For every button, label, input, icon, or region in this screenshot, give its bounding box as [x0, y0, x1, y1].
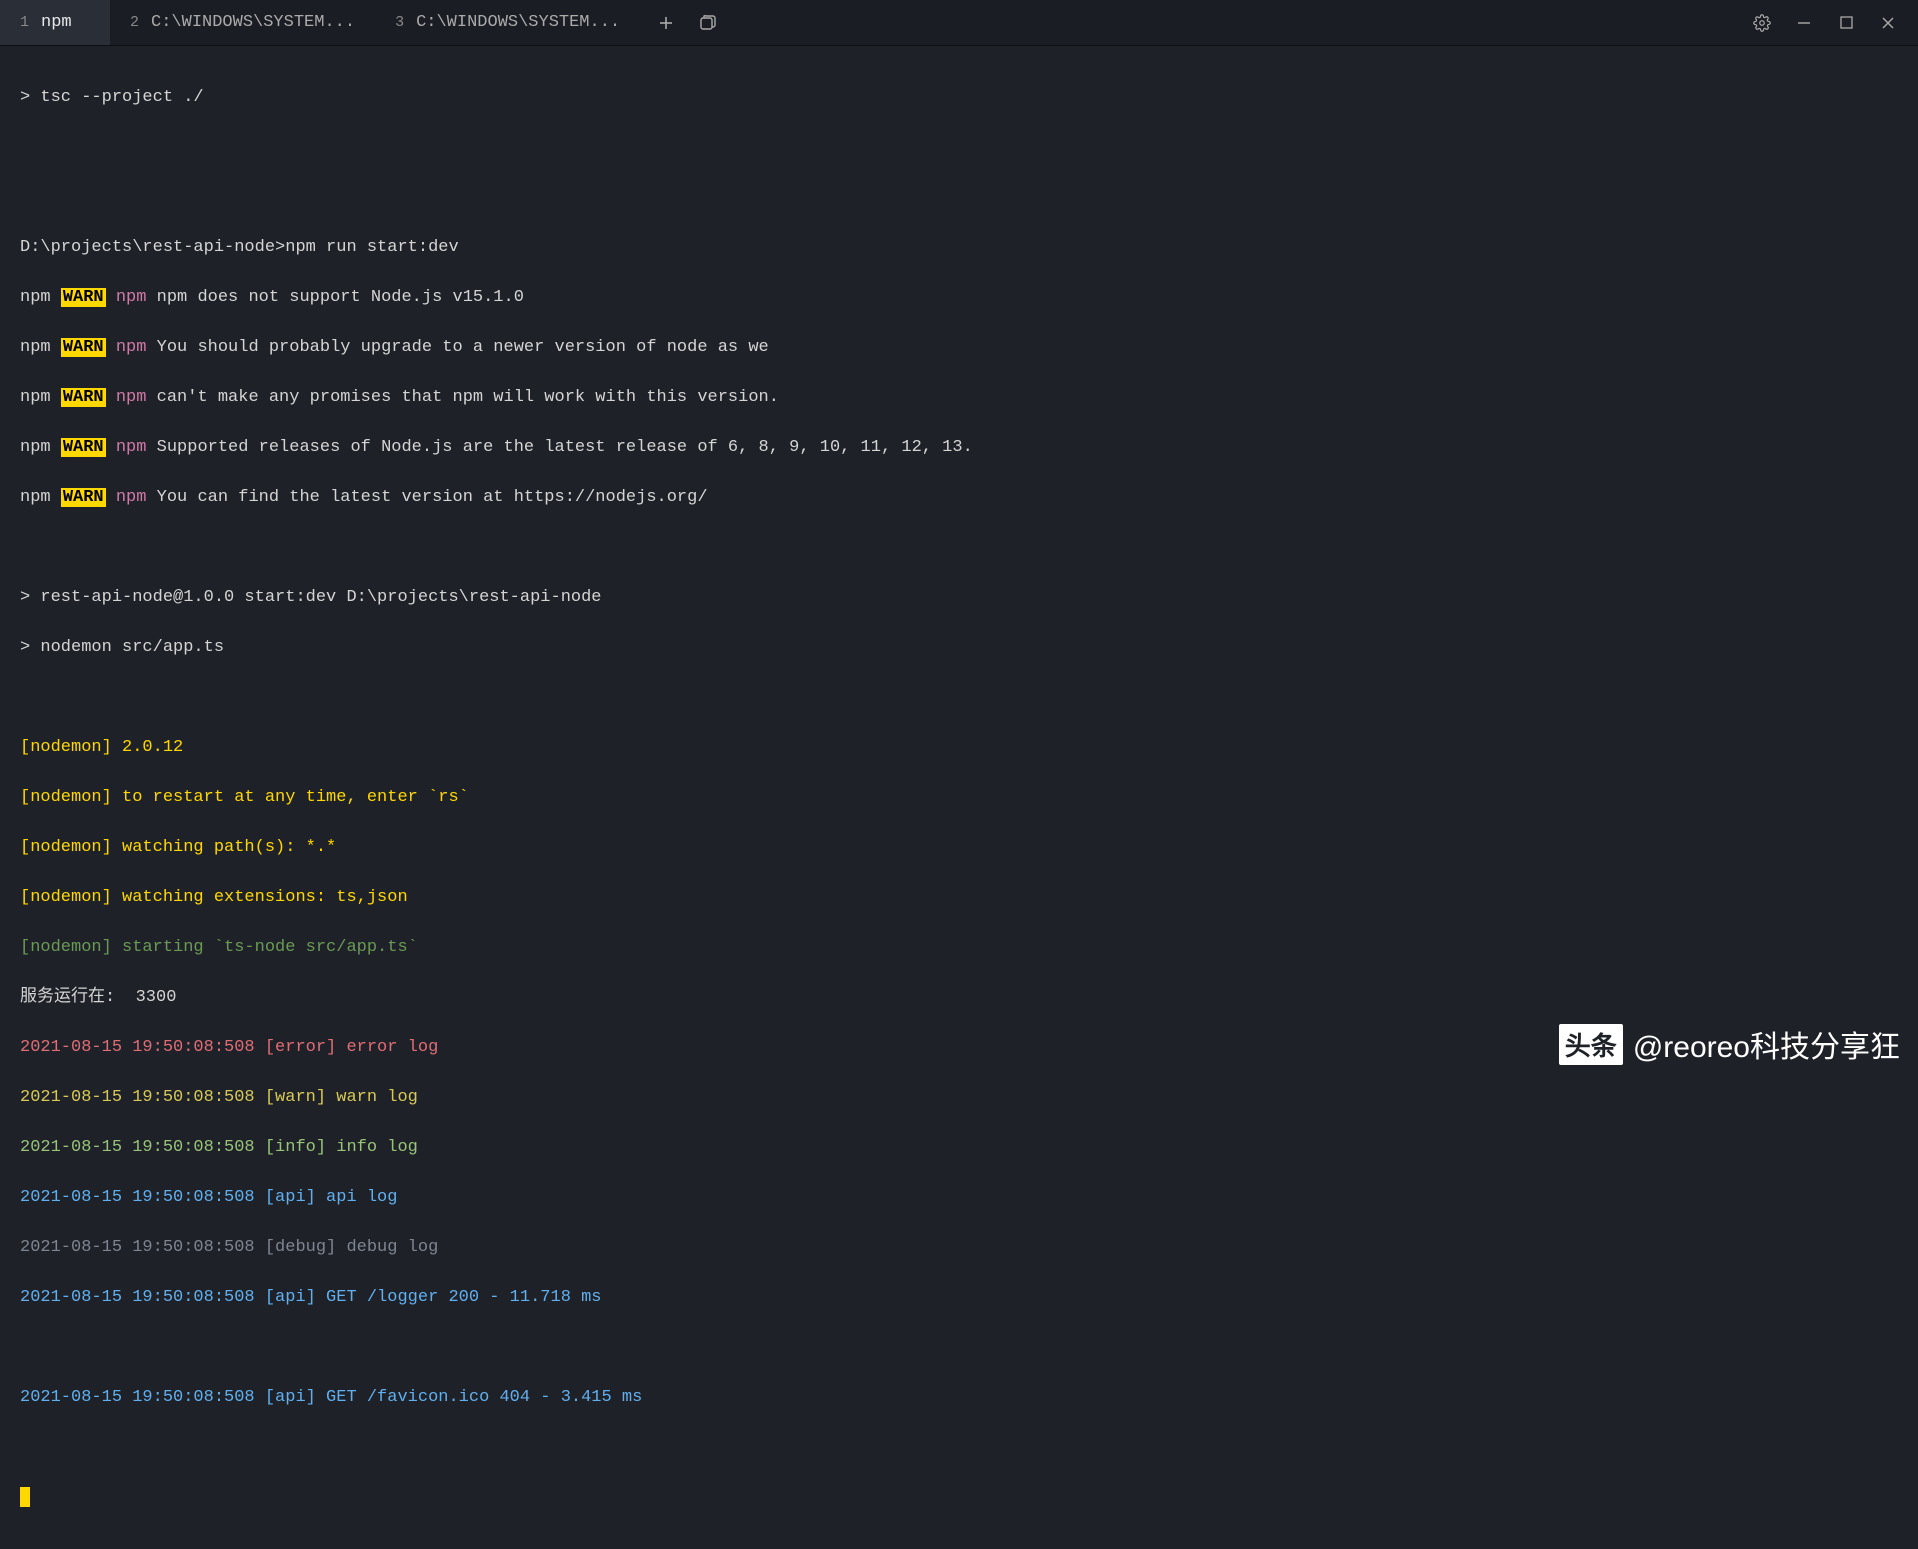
log-line: 2021-08-15 19:50:08:508 [api] GET /favic…: [20, 1385, 1898, 1410]
script-line: > rest-api-node@1.0.0 start:dev D:\proje…: [20, 585, 1898, 610]
cursor-icon: [20, 1487, 30, 1507]
tab-index: 1: [20, 14, 29, 31]
tab-index: 2: [130, 14, 139, 31]
watermark-logo: 头条: [1559, 1024, 1623, 1065]
titlebar: 1 npm 2 C:\WINDOWS\SYSTEM... 3 C:\WINDOW…: [0, 0, 1918, 46]
settings-icon[interactable]: [1750, 11, 1774, 35]
minimize-icon[interactable]: [1792, 11, 1816, 35]
log-line: 2021-08-15 19:50:08:508 [api] GET /logge…: [20, 1285, 1898, 1310]
blank-line: [20, 535, 1898, 560]
cursor-line: [20, 1485, 1898, 1510]
warn-row: npm WARN npm npm does not support Node.j…: [20, 285, 1898, 310]
tab-index: 3: [395, 14, 404, 31]
blank-line: [20, 185, 1898, 210]
tab-2[interactable]: 2 C:\WINDOWS\SYSTEM...: [110, 0, 375, 45]
cwd-command: D:\projects\rest-api-node>npm run start:…: [20, 235, 1898, 260]
tab-3[interactable]: 3 C:\WINDOWS\SYSTEM...: [375, 0, 640, 45]
log-line: 2021-08-15 19:50:08:508 [info] info log: [20, 1135, 1898, 1160]
blank-line: [20, 1435, 1898, 1460]
close-icon[interactable]: [1876, 11, 1900, 35]
blank-line: [20, 135, 1898, 160]
warn-row: npm WARN npm Supported releases of Node.…: [20, 435, 1898, 460]
watermark-text: @reoreo科技分享狂: [1633, 1022, 1900, 1066]
tab-strip: 1 npm 2 C:\WINDOWS\SYSTEM... 3 C:\WINDOW…: [0, 0, 1732, 45]
tab-label: C:\WINDOWS\SYSTEM...: [416, 13, 620, 32]
panels-icon[interactable]: [696, 11, 720, 35]
prompt-line: > tsc --project ./: [20, 85, 1898, 110]
log-line: 2021-08-15 19:50:08:508 [api] api log: [20, 1185, 1898, 1210]
maximize-icon[interactable]: [1834, 11, 1858, 35]
nodemon-line: [nodemon] to restart at any time, enter …: [20, 785, 1898, 810]
tab-1[interactable]: 1 npm: [0, 0, 110, 45]
terminal-output[interactable]: > tsc --project ./ D:\projects\rest-api-…: [0, 46, 1918, 1549]
log-line: 2021-08-15 19:50:08:508 [debug] debug lo…: [20, 1235, 1898, 1260]
tab-label: C:\WINDOWS\SYSTEM...: [151, 13, 355, 32]
log-line: 2021-08-15 19:50:08:508 [warn] warn log: [20, 1085, 1898, 1110]
warn-row: npm WARN npm can't make any promises tha…: [20, 385, 1898, 410]
script-line: > nodemon src/app.ts: [20, 635, 1898, 660]
blank-line: [20, 685, 1898, 710]
tab-label: npm: [41, 13, 72, 32]
nodemon-line: [nodemon] watching path(s): *.*: [20, 835, 1898, 860]
warn-row: npm WARN npm You should probably upgrade…: [20, 335, 1898, 360]
new-tab-icon[interactable]: [654, 11, 678, 35]
blank-line: [20, 1335, 1898, 1360]
watermark: 头条 @reoreo科技分享狂: [1559, 1022, 1900, 1066]
nodemon-start-line: [nodemon] starting `ts-node src/app.ts`: [20, 935, 1898, 960]
nodemon-line: [nodemon] watching extensions: ts,json: [20, 885, 1898, 910]
nodemon-line: [nodemon] 2.0.12: [20, 735, 1898, 760]
warn-row: npm WARN npm You can find the latest ver…: [20, 485, 1898, 510]
window-controls: [1732, 11, 1918, 35]
server-line: 服务运行在: 3300: [20, 985, 1898, 1010]
